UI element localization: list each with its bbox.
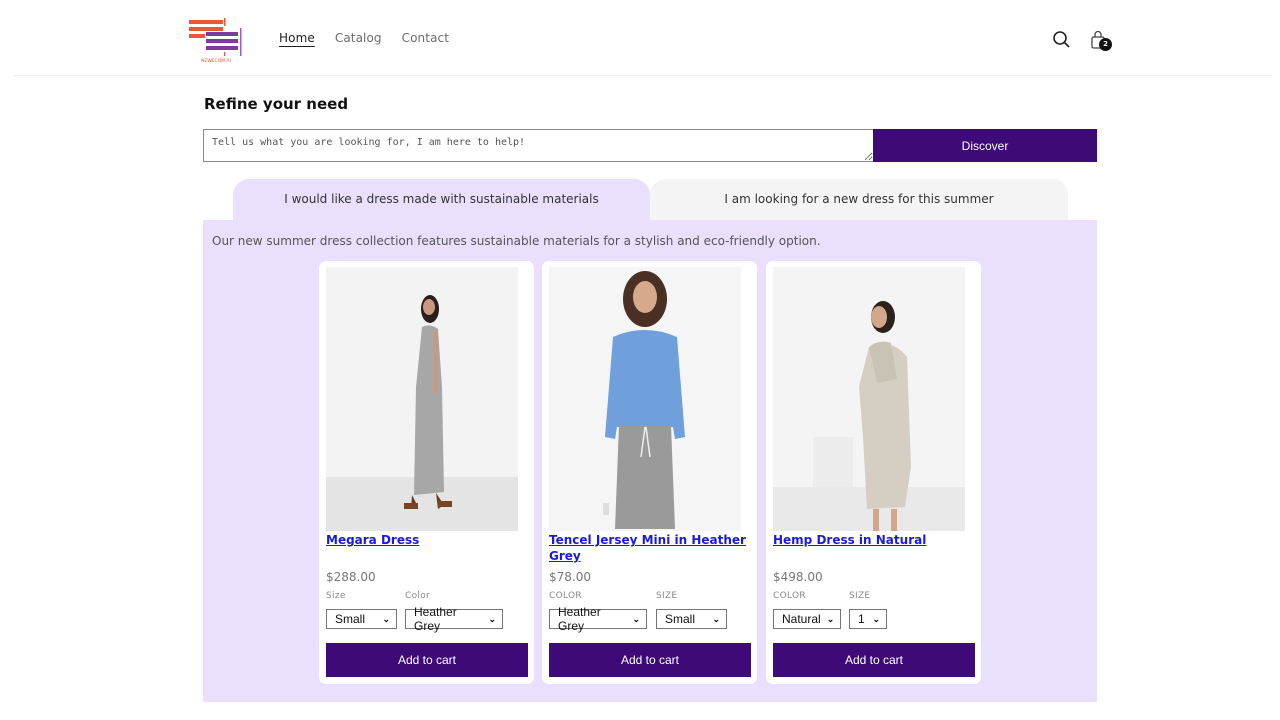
search-icon[interactable]	[1050, 28, 1074, 52]
site-header: NEWECOM.AI Home Catalog Contact 2	[0, 0, 1280, 76]
product-image[interactable]	[549, 267, 741, 531]
size-select[interactable]: Small ⌄	[656, 609, 727, 629]
size-label: Size	[326, 591, 346, 601]
cart-count-badge: 2	[1099, 38, 1112, 51]
product-title-link[interactable]: Megara Dress	[326, 532, 526, 548]
chevron-down-icon: ⌄	[632, 613, 640, 624]
discover-button[interactable]: Discover	[873, 129, 1097, 162]
product-photo-megara	[326, 267, 518, 531]
results-panel: Our new summer dress collection features…	[203, 220, 1097, 702]
newecom-logo[interactable]: NEWECOM.AI	[188, 18, 244, 64]
add-to-cart-button[interactable]: Add to cart	[326, 643, 528, 677]
chevron-down-icon: ⌄	[712, 613, 720, 624]
color-value: Natural	[782, 612, 821, 626]
product-card: Hemp Dress in Natural $498.00 COLOR SIZE…	[766, 261, 981, 684]
product-price: $498.00	[773, 570, 823, 584]
tab-summer-dress[interactable]: I am looking for a new dress for this su…	[650, 179, 1068, 221]
product-title-link[interactable]: Tencel Jersey Mini in Heather Grey	[549, 532, 749, 564]
size-label: SIZE	[849, 591, 871, 601]
main-nav: Home Catalog Contact	[279, 31, 449, 45]
add-to-cart-button[interactable]: Add to cart	[773, 643, 975, 677]
size-select[interactable]: Small ⌄	[326, 609, 397, 629]
size-select[interactable]: 1 ⌄	[849, 609, 887, 629]
header-divider	[14, 75, 1272, 76]
results-description: Our new summer dress collection features…	[212, 234, 821, 248]
need-input[interactable]	[203, 129, 874, 162]
size-value: Small	[665, 612, 696, 626]
chevron-down-icon: ⌄	[382, 613, 390, 624]
color-select[interactable]: Natural ⌄	[773, 609, 841, 629]
refine-title: Refine your need	[204, 95, 349, 113]
product-image[interactable]	[326, 267, 518, 531]
chevron-down-icon: ⌄	[872, 613, 880, 624]
product-photo-hemp	[773, 267, 965, 531]
color-select[interactable]: Heather Grey ⌄	[405, 605, 503, 633]
product-card: Megara Dress $288.00 Size Color Small ⌄ H…	[319, 261, 534, 684]
color-label: COLOR	[773, 591, 806, 601]
color-value: Heather Grey	[414, 605, 457, 633]
color-label: COLOR	[549, 591, 582, 601]
nav-home[interactable]: Home	[279, 31, 315, 45]
product-card: Tencel Jersey Mini in Heather Grey $78.0…	[542, 261, 757, 684]
color-value: Heather Grey	[558, 605, 601, 633]
tab-sustainable-materials[interactable]: I would like a dress made with sustainab…	[233, 179, 650, 221]
product-image[interactable]	[773, 267, 965, 531]
svg-text:NEWECOM.AI: NEWECOM.AI	[201, 58, 231, 64]
add-to-cart-button[interactable]: Add to cart	[549, 643, 751, 677]
size-label: SIZE	[656, 591, 678, 601]
product-price: $78.00	[549, 570, 591, 584]
size-value: Small	[335, 612, 366, 626]
color-select[interactable]: Heather Grey ⌄	[549, 605, 647, 633]
size-value: 1	[858, 612, 865, 626]
product-price: $288.00	[326, 570, 376, 584]
nav-catalog[interactable]: Catalog	[335, 31, 382, 45]
chevron-down-icon: ⌄	[826, 613, 835, 624]
product-photo-tencel	[549, 267, 741, 531]
nav-contact[interactable]: Contact	[402, 31, 449, 45]
product-title-link[interactable]: Hemp Dress in Natural	[773, 532, 973, 548]
color-label: Color	[405, 591, 430, 601]
chevron-down-icon: ⌄	[488, 613, 496, 624]
